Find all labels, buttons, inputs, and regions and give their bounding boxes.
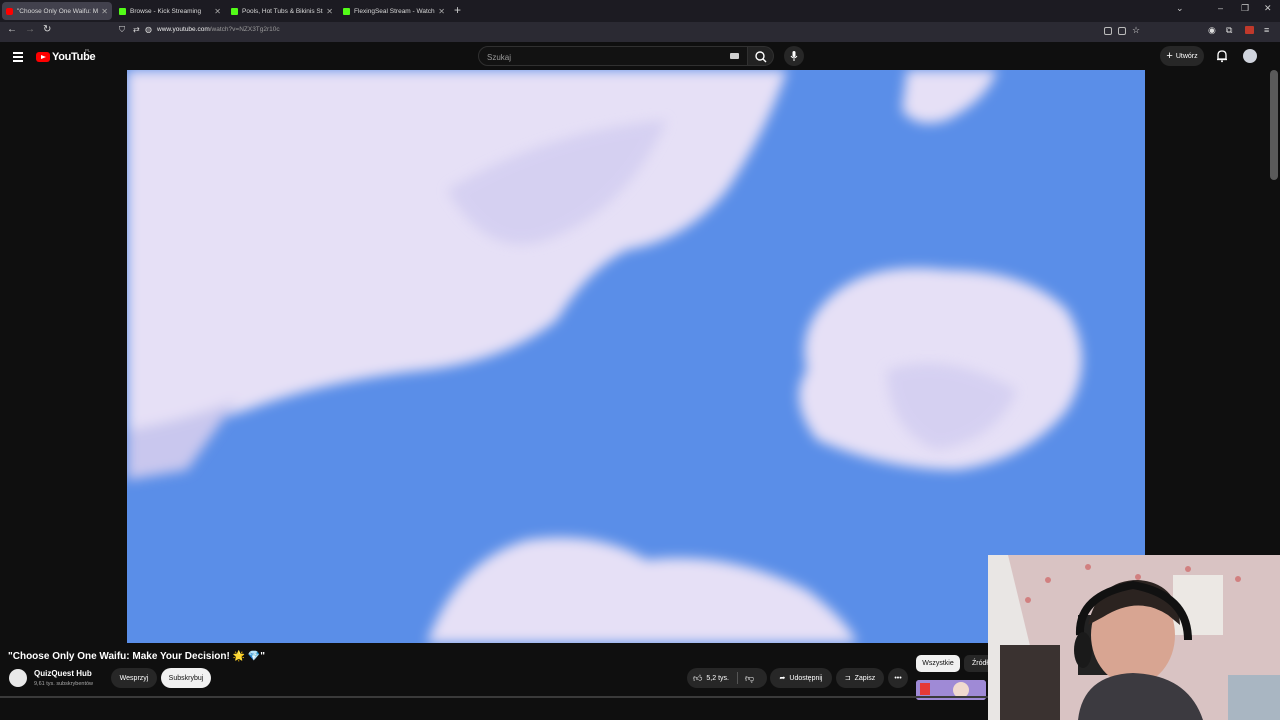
microphone-icon xyxy=(790,51,798,61)
subscribe-button[interactable]: Subskrybuj xyxy=(161,668,211,688)
tracking-icon[interactable]: ◍ xyxy=(145,25,152,34)
webcam-overlay xyxy=(988,555,1280,720)
chip-all[interactable]: Wszystkie xyxy=(916,655,960,672)
url-domain: www.youtube.com xyxy=(157,26,210,33)
search-icon xyxy=(755,51,767,63)
keyboard-icon[interactable] xyxy=(730,53,739,59)
search-button[interactable] xyxy=(748,46,774,66)
thumbs-up-icon[interactable]: 👍︎ xyxy=(693,673,702,684)
kick-icon xyxy=(119,7,126,15)
restore-icon[interactable]: ❐ xyxy=(1241,3,1249,14)
video-title: "Choose Only One Waifu: Make Your Decisi… xyxy=(8,651,266,662)
shield-icon[interactable]: ⛉ xyxy=(119,25,125,35)
close-icon[interactable]: ✕ xyxy=(326,7,333,16)
more-actions-button[interactable]: ••• xyxy=(888,668,908,688)
kick-icon xyxy=(343,7,350,15)
notifications-button[interactable] xyxy=(1215,49,1229,68)
tab-title: FlexingSeal Stream - Watch Liv xyxy=(354,7,435,15)
hamburger-icon[interactable] xyxy=(13,52,23,64)
webcam-image xyxy=(988,555,1280,720)
close-icon[interactable]: ✕ xyxy=(438,7,445,16)
thumbs-down-icon[interactable]: 👎︎ xyxy=(745,673,754,684)
like-count[interactable]: 5,2 tys. xyxy=(706,675,729,682)
back-icon[interactable]: ← xyxy=(7,24,17,35)
url-field[interactable]: www.youtube.com/watch?v=NZX3Tg2r10c xyxy=(157,26,280,33)
create-button[interactable]: + Utwórz xyxy=(1160,46,1204,66)
youtube-icon xyxy=(6,7,13,15)
extensions-icon[interactable]: ⧉ xyxy=(1226,25,1232,36)
region-code: PL xyxy=(85,48,91,53)
reload-icon[interactable]: ↻ xyxy=(43,24,51,35)
forward-icon[interactable]: → xyxy=(25,24,35,35)
more-icon: ••• xyxy=(894,674,902,682)
browser-tab-0[interactable]: "Choose Only One Waifu: Make ✕ xyxy=(2,2,112,20)
browser-tab-3[interactable]: FlexingSeal Stream - Watch Liv ✕ xyxy=(339,2,449,20)
search-box xyxy=(478,46,748,66)
search-input[interactable] xyxy=(485,52,719,63)
minimize-icon[interactable]: – xyxy=(1218,3,1223,13)
tab-title: "Choose Only One Waifu: Make xyxy=(17,7,99,15)
channel-avatar[interactable] xyxy=(9,669,27,687)
bell-icon xyxy=(1217,50,1227,63)
voice-search-button[interactable] xyxy=(784,46,804,66)
bookmark-star-icon[interactable]: ☆ xyxy=(1132,25,1140,36)
share-button[interactable]: ➦ Udostępnij xyxy=(770,668,832,688)
share-arrow-icon: ➦ xyxy=(779,675,786,682)
divider xyxy=(737,672,738,684)
save-label: Zapisz xyxy=(854,674,876,682)
url-path: /watch?v=NZX3Tg2r10c xyxy=(209,26,280,33)
tab-list-chevron-icon[interactable]: ⌄ xyxy=(1176,3,1184,14)
tab-title: Browse - Kick Streaming xyxy=(130,7,202,15)
kick-icon xyxy=(231,7,238,15)
support-button[interactable]: Wesprzyj xyxy=(111,668,157,688)
subscriber-count: 9,61 tys. subskrybentów xyxy=(34,681,94,687)
account-icon[interactable]: ◉ xyxy=(1208,25,1216,36)
save-button[interactable]: ⊐ Zapisz xyxy=(836,668,884,688)
pip-icon[interactable] xyxy=(1104,27,1112,35)
reader-icon[interactable] xyxy=(1118,27,1126,35)
menu-icon[interactable]: ≡ xyxy=(1264,25,1269,35)
browser-tab-1[interactable]: Browse - Kick Streaming ✕ xyxy=(115,2,225,20)
like-dislike-group: 👍︎ 5,2 tys. 👎︎ xyxy=(687,668,767,688)
bookmark-icon: ⊐ xyxy=(844,675,851,682)
page-divider xyxy=(0,696,990,698)
extension-badge-icon[interactable] xyxy=(1245,26,1254,34)
close-icon[interactable]: ✕ xyxy=(101,7,108,16)
share-label: Udostępnij xyxy=(789,674,823,682)
plus-icon: + xyxy=(1166,50,1173,62)
browser-tab-2[interactable]: Pools, Hot Tubs & Bikinis Strea ✕ xyxy=(227,2,337,20)
channel-name[interactable]: QuizQuest Hub xyxy=(34,669,92,678)
close-window-icon[interactable]: ✕ xyxy=(1264,3,1272,14)
page-scrollbar[interactable] xyxy=(1270,70,1278,180)
youtube-play-icon xyxy=(36,52,50,62)
create-label: Utwórz xyxy=(1175,52,1198,60)
close-icon[interactable]: ✕ xyxy=(214,7,221,16)
tab-title: Pools, Hot Tubs & Bikinis Strea xyxy=(242,7,324,15)
new-tab-button[interactable]: + xyxy=(454,3,461,17)
permissions-icon[interactable]: ⇄ xyxy=(133,25,140,34)
avatar[interactable] xyxy=(1243,49,1257,63)
